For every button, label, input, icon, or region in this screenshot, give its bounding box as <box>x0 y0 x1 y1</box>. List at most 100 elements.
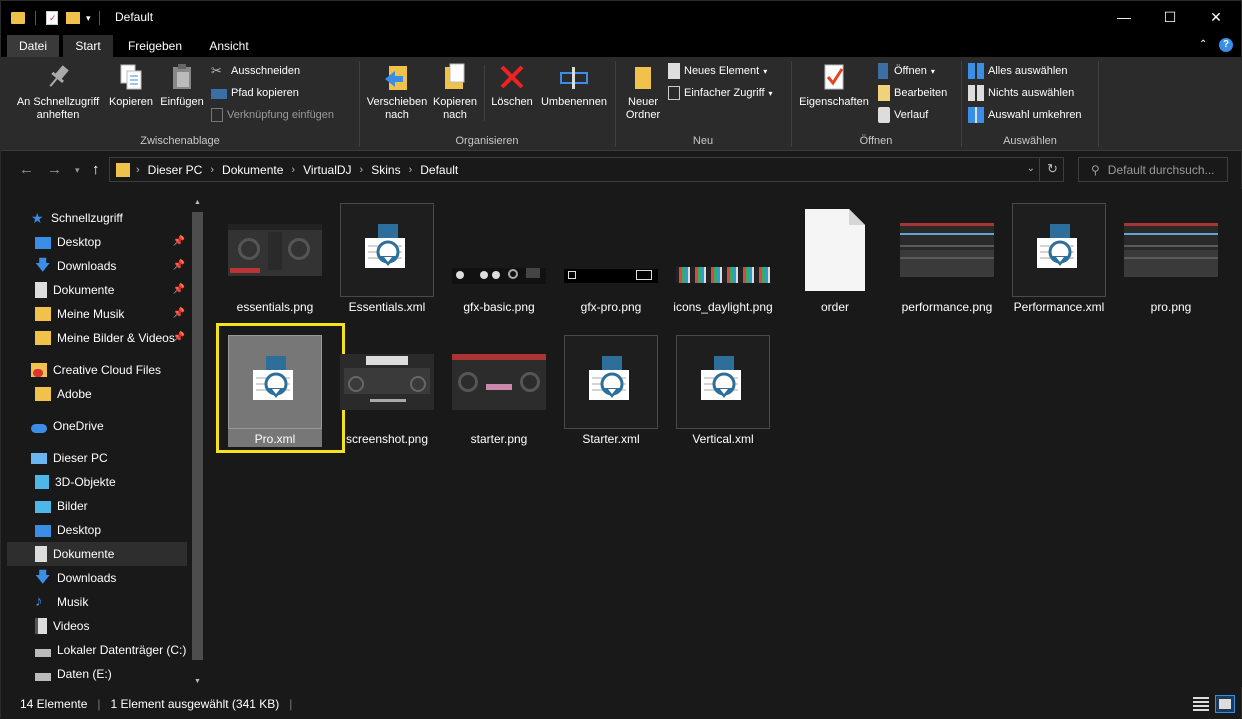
address-bar[interactable]: › Dieser PC › Dokumente › VirtualDJ › Skins… <box>109 157 1064 182</box>
file-item-performance-png[interactable]: performance.png <box>893 199 1001 323</box>
nav-item-adobe[interactable]: Adobe <box>35 382 215 406</box>
select-all-button[interactable]: Alles auswählen <box>968 61 1068 81</box>
scroll-down-arrow-icon[interactable]: ▼ <box>194 678 201 685</box>
pin-quick-access-button[interactable]: An Schnellzugriff anheften <box>9 61 107 122</box>
maximize-button[interactable]: ☐ <box>1147 1 1193 33</box>
nav-item-my-pictures-videos[interactable]: Meine Bilder & Videos 📌 <box>35 326 187 350</box>
xml-file-icon <box>1012 203 1106 297</box>
organize-group-label: Organisieren <box>455 135 519 147</box>
nav-item-pictures[interactable]: Bilder <box>35 494 215 518</box>
status-bar: 14 Elemente | 1 Element ausgewählt (341 … <box>1 689 1241 719</box>
file-item-pro-png[interactable]: pro.png <box>1117 199 1225 323</box>
help-icon[interactable]: ? <box>1219 38 1233 52</box>
close-button[interactable]: ✕ <box>1193 1 1239 33</box>
copy-to-button[interactable]: Kopieren nach <box>430 61 480 122</box>
properties-button[interactable]: Eigenschaften <box>796 61 872 109</box>
computer-icon <box>31 453 47 464</box>
new-folder-icon <box>627 61 659 93</box>
file-item-screenshot-png[interactable]: screenshot.png <box>333 331 441 455</box>
recent-locations-chevron-icon[interactable]: ▾ <box>75 165 80 176</box>
file-item-essentials-xml[interactable]: Essentials.xml <box>333 199 441 323</box>
copy-path-button[interactable]: Pfad kopieren <box>211 83 299 103</box>
breadcrumb-item[interactable]: VirtualDJ › <box>303 163 363 177</box>
file-item-performance-xml[interactable]: Performance.xml <box>1005 199 1113 323</box>
nav-item-3d-objects[interactable]: 3D-Objekte <box>35 470 215 494</box>
refresh-icon[interactable]: ↻ <box>1039 157 1065 182</box>
pin-icon: 📌 <box>172 332 185 343</box>
breadcrumb-item[interactable]: Skins › <box>371 163 412 177</box>
file-item-gfx-basic-png[interactable]: gfx-basic.png <box>445 199 553 323</box>
new-folder-button[interactable]: Neuer Ordner <box>622 61 664 122</box>
move-to-button[interactable]: Verschieben nach <box>364 61 430 122</box>
new-group: Neuer Ordner Neues Element ▾ Einfacher Zu… <box>616 57 790 151</box>
tab-start[interactable]: Start <box>63 35 113 57</box>
edit-button[interactable]: Bearbeiten <box>878 83 947 103</box>
nav-item-music[interactable]: ♪ Musik <box>35 590 215 614</box>
file-item-starter-xml[interactable]: Starter.xml <box>557 331 665 455</box>
cut-button[interactable]: ✂ Ausschneiden <box>211 61 300 81</box>
select-none-button[interactable]: Nichts auswählen <box>968 83 1074 103</box>
nav-item-local-disk-c[interactable]: Lokaler Datenträger (C:) <box>35 638 187 662</box>
new-item-button[interactable]: Neues Element ▾ <box>668 61 767 81</box>
nav-item-creative-cloud[interactable]: Creative Cloud Files <box>31 358 211 382</box>
nav-item-downloads-pinned[interactable]: 🡇 Downloads 📌 <box>35 254 187 278</box>
select-group-label: Auswählen <box>1003 135 1057 147</box>
pin-icon: 📌 <box>172 284 185 295</box>
rename-icon <box>558 61 590 93</box>
quick-access-dropdown-icon[interactable]: ▾ <box>86 13 91 24</box>
breadcrumb-item[interactable]: Dieser PC › <box>148 163 214 177</box>
large-icons-view-icon[interactable] <box>1215 695 1235 713</box>
back-arrow-icon[interactable]: ← <box>19 161 34 178</box>
rename-button[interactable]: Umbenennen <box>538 61 610 109</box>
delete-button[interactable]: Löschen <box>488 61 536 109</box>
tab-view[interactable]: Ansicht <box>197 35 261 57</box>
new-item-icon <box>668 63 680 79</box>
up-arrow-icon[interactable]: ↑ <box>92 161 100 178</box>
nav-item-this-pc[interactable]: Dieser PC <box>31 446 211 470</box>
breadcrumb-item[interactable]: Dokumente › <box>222 163 295 177</box>
paste-shortcut-button[interactable]: Verknüpfung einfügen <box>211 105 334 125</box>
file-item-gfx-pro-png[interactable]: gfx-pro.png <box>557 199 665 323</box>
nav-item-documents-pinned[interactable]: Dokumente 📌 <box>35 278 187 302</box>
file-item-order[interactable]: order <box>781 199 889 323</box>
nav-item-downloads[interactable]: 🡇 Downloads <box>35 566 215 590</box>
nav-item-desktop-pinned[interactable]: Desktop 📌 <box>35 230 187 254</box>
details-view-icon[interactable] <box>1193 697 1209 711</box>
paste-button[interactable]: Einfügen <box>157 61 207 109</box>
nav-item-quick-access[interactable]: ★ Schnellzugriff <box>31 206 211 230</box>
invert-selection-button[interactable]: Auswahl umkehren <box>968 105 1082 125</box>
paste-icon <box>166 61 198 93</box>
forward-arrow-icon[interactable]: → <box>47 161 62 178</box>
image-thumbnail <box>228 203 322 297</box>
file-item-essentials-png[interactable]: essentials.png <box>221 199 329 323</box>
new-folder-icon[interactable] <box>66 12 80 24</box>
copy-button[interactable]: Kopieren <box>107 61 155 109</box>
open-button[interactable]: Öffnen ▾ <box>878 61 935 81</box>
copy-to-icon <box>439 61 471 93</box>
file-item-icons-daylight-png[interactable]: icons_daylight.png <box>669 199 777 323</box>
delete-x-icon <box>496 61 528 93</box>
search-box[interactable]: ⚲ Default durchsuch... <box>1078 157 1228 182</box>
nav-item-data-e[interactable]: Daten (E:) <box>35 662 215 686</box>
history-button[interactable]: Verlauf <box>878 105 928 125</box>
scroll-up-arrow-icon[interactable]: ▲ <box>194 199 201 206</box>
nav-item-videos[interactable]: Videos <box>35 614 215 638</box>
nav-item-my-music[interactable]: Meine Musik 📌 <box>35 302 187 326</box>
invert-selection-icon <box>968 107 984 123</box>
file-item-vertical-xml[interactable]: Vertical.xml <box>669 331 777 455</box>
nav-item-onedrive[interactable]: OneDrive <box>31 414 211 438</box>
collapse-ribbon-icon[interactable]: ⌃ <box>1199 39 1207 50</box>
easy-access-button[interactable]: Einfacher Zugriff ▾ <box>668 83 773 103</box>
tab-share[interactable]: Freigeben <box>121 35 189 57</box>
nav-item-desktop[interactable]: Desktop <box>35 518 215 542</box>
properties-icon[interactable]: ✓ <box>46 11 58 25</box>
address-dropdown-chevron-icon[interactable]: ⌄ <box>1027 163 1035 174</box>
image-thumbnail <box>452 335 546 429</box>
group-divider <box>1098 61 1099 147</box>
pin-icon: 📌 <box>172 308 185 319</box>
breadcrumb-item[interactable]: Default <box>420 163 458 177</box>
minimize-button[interactable]: — <box>1101 1 1147 33</box>
file-item-starter-png[interactable]: starter.png <box>445 331 553 455</box>
nav-item-documents[interactable]: Dokumente <box>7 542 187 566</box>
nav-scrollbar-thumb[interactable] <box>192 212 203 660</box>
